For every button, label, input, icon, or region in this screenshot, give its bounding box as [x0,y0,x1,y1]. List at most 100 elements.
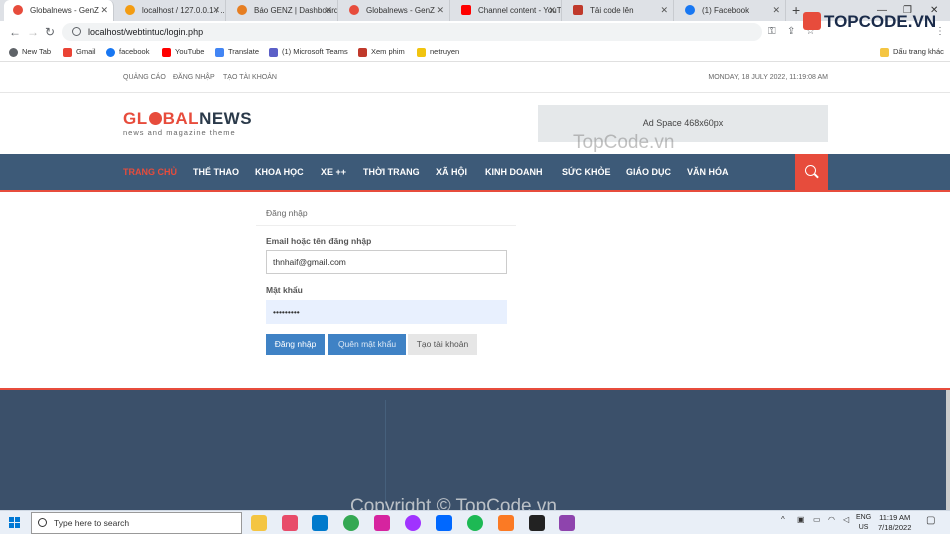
file-explorer-icon[interactable] [251,515,267,531]
topcode-logo-icon [803,12,821,30]
site-footer [0,390,950,510]
notifications-icon[interactable]: ▢ [926,515,935,526]
bookmark-label: Gmail [76,47,96,56]
tab-label: (1) Facebook [702,6,750,15]
nav-science[interactable]: KHOA HỌC [255,154,304,190]
system-clock[interactable]: 11:19 AM 7/18/2022 [878,513,911,533]
site-info-icon[interactable] [72,27,81,36]
key-icon[interactable]: ⚿ [768,26,776,37]
messenger-icon[interactable] [405,515,421,531]
instagram-icon[interactable] [374,515,390,531]
windows-start-icon[interactable] [9,517,21,529]
nav-vehicles[interactable]: XE ++ [321,154,346,190]
site-search-button[interactable] [795,154,828,190]
logo-text: NEWS [199,109,253,128]
reload-icon[interactable]: ↻ [45,25,55,39]
tab-phpmyadmin[interactable]: localhost / 127.0.0.1 / ... ✕ [116,0,226,21]
nav-business[interactable]: KINH DOANH [485,154,543,190]
show-hidden-icons-icon[interactable]: ^ [781,515,785,524]
winrar-icon[interactable] [559,515,575,531]
search-icon-handle [814,173,819,179]
email-field[interactable]: thnhaif@gmail.com [266,250,507,274]
close-icon[interactable]: ✕ [548,0,556,21]
login-heading: Đăng nhập [256,200,516,226]
tab-globalnews[interactable]: Globalnews - GenZ ✕ [4,0,114,21]
search-icon [38,518,47,527]
translate-icon [215,48,224,57]
link-login[interactable]: ĐĂNG NHẬP [173,74,215,81]
nav-society[interactable]: XÃ HỘI [436,154,467,190]
chrome-icon[interactable] [343,515,359,531]
tab-label: Tải code lên [590,6,634,15]
bookmark-youtube[interactable]: YouTube [162,43,204,61]
url-field[interactable]: localhost/webtintuc/login.php [62,23,762,41]
menu-icon[interactable]: ⋮ [935,26,945,37]
page-scrollbar[interactable] [946,390,950,510]
bookmark-translate[interactable]: Translate [215,43,259,61]
close-icon[interactable]: ✕ [212,0,220,21]
share-icon[interactable]: ⇪ [787,26,795,37]
taskbar-search-field[interactable]: Type here to search [31,512,242,534]
facebook-icon [106,48,115,57]
close-icon[interactable]: ✕ [660,0,668,21]
vscode-icon[interactable] [312,515,328,531]
tab-dashboard[interactable]: Báo GENZ | Dashboard ✕ [228,0,338,21]
bookmark-new-tab[interactable]: New Tab [9,43,51,61]
windows-taskbar: Type here to search ^ ▣ ▭ ◠ ◁ ENG US 11:… [0,510,950,534]
tab-globalnews-2[interactable]: Globalnews - GenZ ✕ [340,0,450,21]
nav-health[interactable]: SỨC KHỎE [562,154,610,190]
close-icon[interactable]: ✕ [324,0,332,21]
xp-icon [358,48,367,57]
meet-now-icon[interactable]: ▣ [797,515,805,524]
snip-tool-icon[interactable] [282,515,298,531]
link-register[interactable]: TẠO TÀI KHOẢN [223,74,277,81]
battery-icon[interactable]: ▭ [813,515,821,524]
password-field[interactable]: ••••••••• [266,300,507,324]
globe-icon [9,48,18,57]
bookmark-other-folder[interactable]: Dấu trang khác [880,43,944,61]
volume-icon[interactable]: ◁ [843,515,849,524]
folder-icon [880,48,889,57]
bookmark-facebook[interactable]: facebook [106,43,149,61]
nav-fashion[interactable]: THỜI TRANG [363,154,420,190]
sticky-notes-icon[interactable] [529,515,545,531]
spotify-icon[interactable] [467,515,483,531]
tab-youtube[interactable]: Channel content - YouTube ✕ [452,0,562,21]
site-logo[interactable]: GL BALNEWS [123,109,252,129]
nav-education[interactable]: GIÁO DỤC [626,154,671,190]
copyright-watermark: Copyright © TopCode.vn [350,496,557,510]
bookmark-netruyen[interactable]: netruyen [417,43,459,61]
new-tab-icon[interactable]: + [792,2,800,18]
close-icon[interactable]: ✕ [772,0,780,21]
tab-upload-code[interactable]: Tải code lên ✕ [564,0,674,21]
bookmark-gmail[interactable]: Gmail [63,43,96,61]
forgot-password-button[interactable]: Quên mật khẩu [328,334,406,355]
wifi-icon[interactable]: ◠ [828,515,835,524]
globe-icon [13,5,23,15]
tab-facebook[interactable]: (1) Facebook ✕ [676,0,786,21]
nav-culture[interactable]: VĂN HÓA [687,154,729,190]
bookmark-label: netruyen [430,47,460,56]
forward-icon[interactable]: → [27,25,39,39]
close-icon[interactable]: ✕ [100,0,108,21]
bookmarks-bar: New Tab Gmail facebook YouTube Translate… [0,43,950,62]
logo-text: BAL [162,109,200,128]
login-button[interactable]: Đăng nhập [266,334,325,355]
tab-label: Globalnews - GenZ [366,6,435,15]
top-info-bar: QUẢNG CÁO ĐĂNG NHẬP TẠO TÀI KHOẢN MONDAY… [0,62,950,93]
close-icon[interactable]: ✕ [436,0,444,21]
taskbar-search-placeholder: Type here to search [54,518,130,528]
xampp-icon[interactable] [498,515,514,531]
bookmark-teams[interactable]: (1) Microsoft Teams [269,43,348,61]
back-icon[interactable]: ← [9,25,21,39]
register-button[interactable]: Tạo tài khoản [408,334,477,355]
nav-home[interactable]: TRANG CHỦ [123,154,177,190]
zalo-icon[interactable] [436,515,452,531]
language-indicator[interactable]: ENG US [856,513,871,533]
link-advertising[interactable]: QUẢNG CÁO [123,74,166,81]
bookmark-label: (1) Microsoft Teams [282,47,348,56]
nav-sports[interactable]: THỂ THAO [193,154,239,190]
bookmark-xem-phim[interactable]: Xem phim [358,43,405,61]
bookmark-label: YouTube [175,47,205,56]
center-watermark: TopCode.vn [573,132,675,153]
